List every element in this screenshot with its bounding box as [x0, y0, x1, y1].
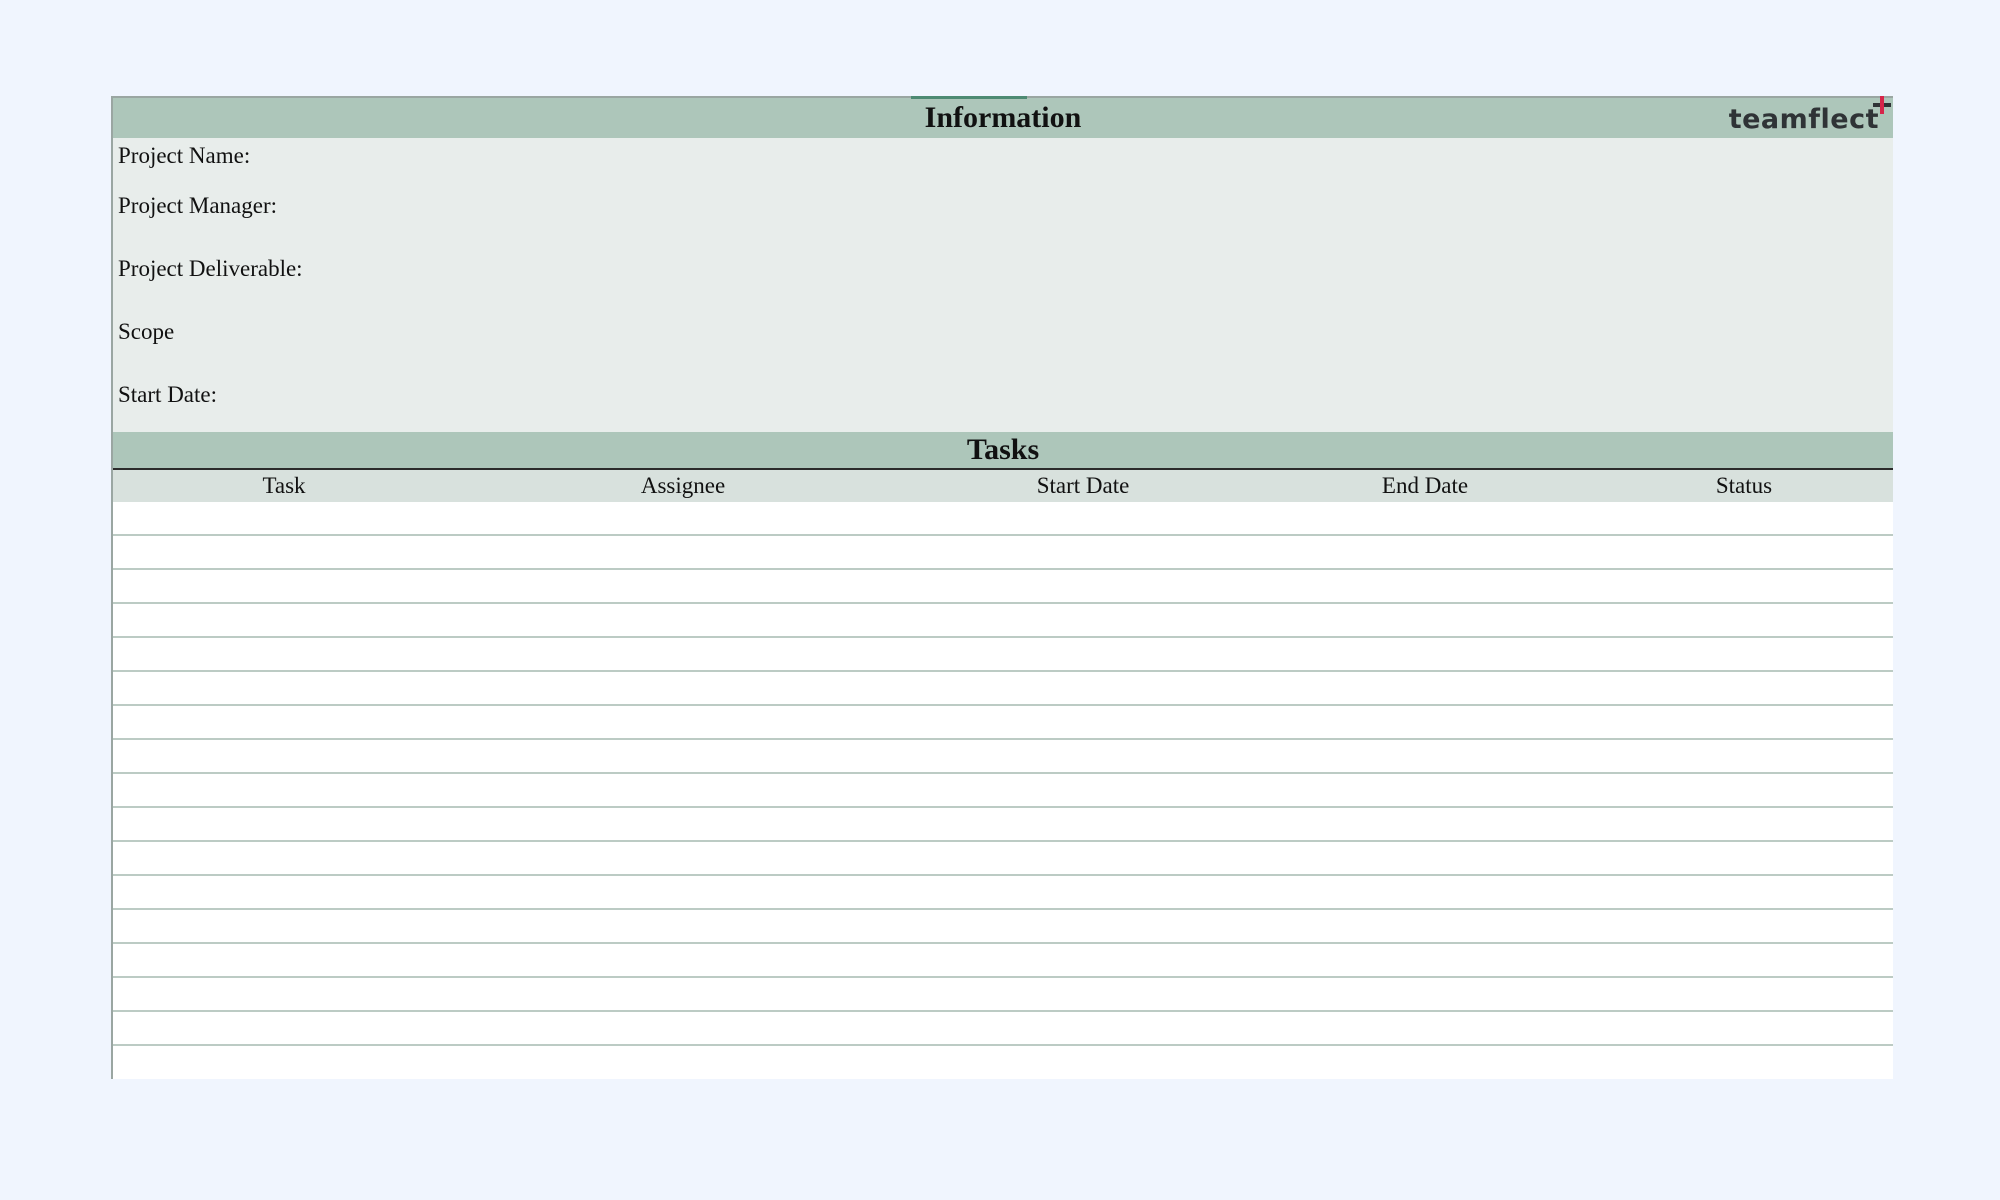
table-row[interactable]: [113, 774, 1893, 808]
field-label: Project Deliverable:: [118, 256, 303, 281]
tab-accent: [911, 96, 1027, 99]
plus-mark-icon: [1873, 96, 1891, 114]
table-row[interactable]: [113, 672, 1893, 706]
table-row[interactable]: [113, 1046, 1893, 1079]
tasks-header: Tasks: [113, 432, 1893, 470]
information-fields: Project Name: Project Manager: Project D…: [113, 138, 1893, 432]
table-row[interactable]: [113, 740, 1893, 774]
tasks-column-headers: Task Assignee Start Date End Date Status: [113, 470, 1893, 502]
tasks-title: Tasks: [966, 433, 1040, 466]
field-label: Project Name:: [118, 143, 251, 168]
table-row[interactable]: [113, 502, 1893, 536]
table-row[interactable]: [113, 944, 1893, 978]
field-label: Scope: [118, 319, 175, 344]
logo-text: teamflect: [1728, 104, 1879, 135]
information-header: Information teamflect: [113, 96, 1893, 138]
table-row[interactable]: [113, 842, 1893, 876]
table-row[interactable]: [113, 604, 1893, 638]
table-row[interactable]: [113, 1012, 1893, 1046]
table-row[interactable]: [113, 536, 1893, 570]
field-label: Project Manager:: [118, 193, 278, 218]
teamflect-logo: teamflect: [1728, 96, 1891, 135]
column-header-task: Task: [262, 473, 306, 498]
field-label: Start Date:: [118, 382, 217, 407]
task-rows: [113, 502, 1893, 1079]
field-project-manager[interactable]: Project Manager:: [113, 192, 1893, 255]
column-header-assignee: Assignee: [640, 473, 726, 498]
column-header-status: Status: [1715, 473, 1773, 498]
table-row[interactable]: [113, 808, 1893, 842]
table-row[interactable]: [113, 570, 1893, 604]
table-row[interactable]: [113, 706, 1893, 740]
field-project-deliverable[interactable]: Project Deliverable:: [113, 255, 1893, 318]
column-header-end-date: End Date: [1381, 473, 1469, 498]
project-template-sheet: Information teamflect Project Name: Proj…: [111, 96, 1893, 1079]
field-project-name[interactable]: Project Name:: [113, 138, 1893, 192]
information-title: Information: [924, 101, 1082, 134]
table-row[interactable]: [113, 978, 1893, 1012]
table-row[interactable]: [113, 876, 1893, 910]
column-header-start-date: Start Date: [1036, 473, 1130, 498]
table-row[interactable]: [113, 638, 1893, 672]
field-scope[interactable]: Scope: [113, 318, 1893, 381]
table-row[interactable]: [113, 910, 1893, 944]
